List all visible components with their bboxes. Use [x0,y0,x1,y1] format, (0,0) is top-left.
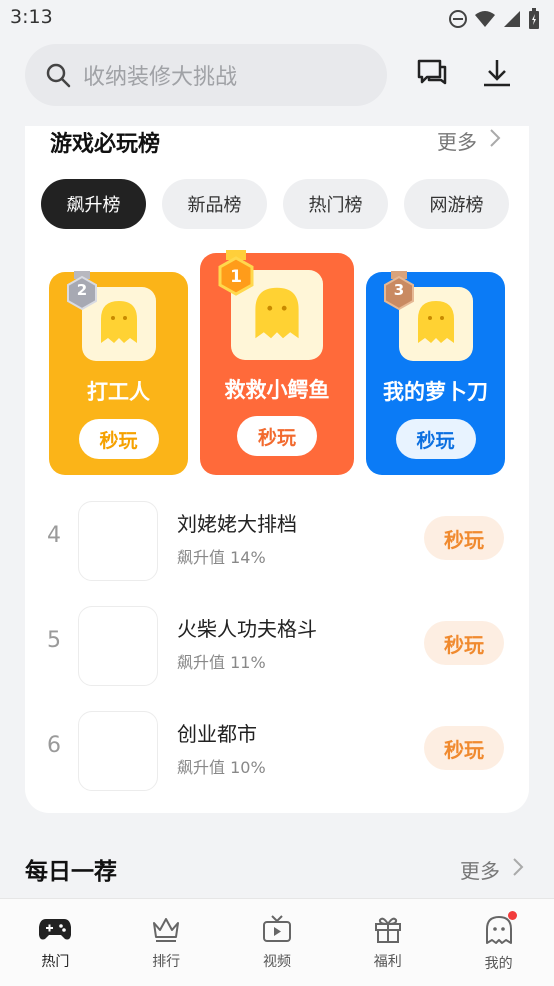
section-more-link[interactable]: 更多 [437,126,501,155]
game-thumbnail [78,711,158,791]
rising-value: 飙升值 11% [177,653,266,672]
ghost-icon [99,299,139,349]
rank-number: 5 [47,628,61,653]
message-button[interactable] [415,58,449,92]
play-button[interactable]: 秒玩 [424,726,504,770]
daily-section-title: 每日一荐 [25,859,117,885]
message-icon [416,57,448,93]
search-bar[interactable]: 收纳装修大挑战 [25,44,387,106]
nav-hot[interactable]: 热门 [0,899,111,986]
daily-more-link[interactable]: 更多 [460,855,524,884]
medal-bronze-icon: 3 [382,271,416,317]
top-bar: 收纳装修大挑战 [25,44,530,106]
notification-badge [508,911,518,920]
play-button[interactable]: 秒玩 [424,621,504,665]
battery-icon [528,8,540,34]
signal-icon [502,9,522,33]
tab-online[interactable]: 网游榜 [404,179,509,229]
medal-silver-icon: 2 [65,271,99,317]
more-label: 更多 [437,130,477,154]
list-item[interactable]: 5 火柴人功夫格斗 飙升值 11% 秒玩 [25,601,529,687]
rising-value: 飙升值 14% [177,548,266,567]
status-bar: 3:13 [0,0,554,38]
gamepad-icon [38,915,72,947]
tab-hot[interactable]: 热门榜 [283,179,388,229]
tv-icon [262,915,292,947]
nav-video[interactable]: 视频 [222,899,333,986]
ghost-icon [253,285,301,345]
podium-name: 打工人 [87,380,150,404]
crown-icon [151,915,181,947]
download-icon [482,58,512,92]
rank-number: 4 [47,523,61,548]
list-item[interactable]: 4 刘姥姥大排档 飙升值 14% 秒玩 [25,496,529,582]
rising-value: 飙升值 10% [177,758,266,777]
play-button[interactable]: 秒玩 [424,516,504,560]
chevron-right-icon [512,857,524,882]
nav-label: 福利 [373,954,402,970]
ranking-tabs: 飙升榜 新品榜 热门榜 网游榜 [41,179,509,229]
podium-name: 救救小鳄鱼 [224,378,330,402]
nav-label: 视频 [262,954,291,970]
play-button[interactable]: 秒玩 [237,416,317,456]
download-button[interactable] [480,58,514,92]
nav-rank[interactable]: 排行 [111,899,222,986]
nav-label: 热门 [41,954,70,970]
nav-welfare[interactable]: 福利 [332,899,443,986]
game-name: 火柴人功夫格斗 [177,617,317,641]
ghost-icon [416,299,456,349]
wifi-icon [474,9,496,33]
search-placeholder: 收纳装修大挑战 [83,65,238,90]
section-title: 游戏必玩榜 [50,132,161,157]
status-icons [448,8,540,34]
ranking-card: 游戏必玩榜 更多 飙升榜 新品榜 热门榜 网游榜 打工人 秒玩 2 救救小鳄鱼 [25,126,529,813]
chevron-right-icon [489,128,501,153]
status-time: 3:13 [10,6,53,28]
gift-icon [373,915,403,947]
more-label: 更多 [460,859,500,883]
game-thumbnail [78,606,158,686]
nav-label: 我的 [484,956,513,972]
nav-mine[interactable]: 我的 [443,899,554,986]
nav-label: 排行 [152,954,181,970]
ghost-icon [485,915,513,949]
game-name: 创业都市 [177,722,257,746]
bottom-nav: 热门 排行 视频 福利 我的 [0,898,554,986]
medal-gold-icon: 1 [217,250,255,304]
tab-new[interactable]: 新品榜 [162,179,267,229]
play-button[interactable]: 秒玩 [78,419,159,459]
rank-number: 6 [47,733,61,758]
medal-rank: 3 [393,281,405,299]
medal-rank: 2 [76,281,88,299]
dnd-icon [448,9,468,33]
game-name: 刘姥姥大排档 [177,512,297,536]
tab-rising[interactable]: 飙升榜 [41,179,146,229]
medal-rank: 1 [230,267,242,287]
podium-name: 我的萝卜刀 [383,380,488,404]
game-thumbnail [78,501,158,581]
play-button[interactable]: 秒玩 [395,419,476,459]
list-item[interactable]: 6 创业都市 飙升值 10% 秒玩 [25,706,529,792]
search-icon [45,62,71,88]
